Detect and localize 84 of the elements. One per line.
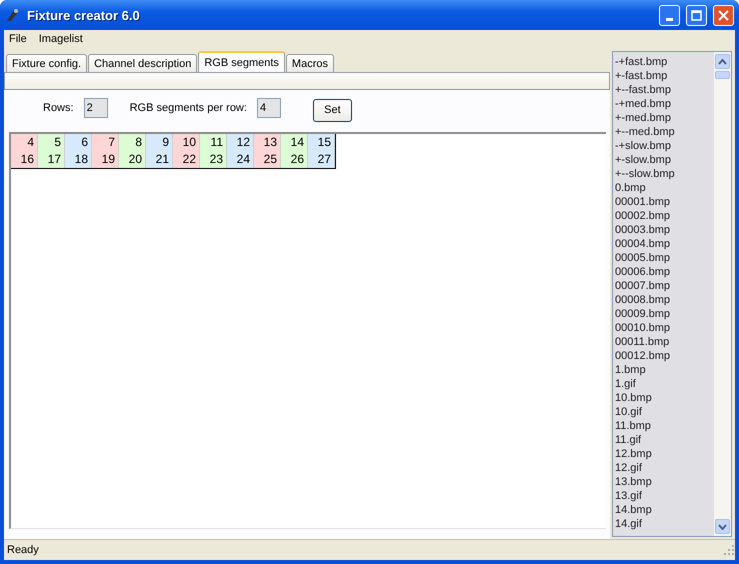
- grid-cell: 6: [65, 134, 92, 151]
- scroll-thumb[interactable]: [715, 71, 730, 79]
- minimize-icon: [666, 18, 673, 20]
- grid-cell: 8: [119, 134, 146, 151]
- list-item[interactable]: 00001.bmp: [615, 195, 712, 209]
- list-item[interactable]: 13.gif: [615, 489, 712, 503]
- grid-cell: 9: [146, 134, 173, 151]
- list-item[interactable]: -+fast.bmp: [615, 55, 712, 69]
- tab[interactable]: Fixture config.: [6, 54, 88, 72]
- grid-cell: 17: [38, 151, 65, 168]
- grid-cell: 16: [11, 151, 38, 168]
- grid-cell: 12: [227, 134, 254, 151]
- list-item[interactable]: 13.bmp: [615, 475, 712, 489]
- grid-cell: 21: [146, 151, 173, 168]
- list-item[interactable]: +-fast.bmp: [615, 69, 712, 83]
- list-item[interactable]: 00006.bmp: [615, 265, 712, 279]
- list-item[interactable]: -+med.bmp: [615, 97, 712, 111]
- grid-cell: 4: [11, 134, 38, 151]
- list-item[interactable]: 00003.bmp: [615, 223, 712, 237]
- list-item[interactable]: +--slow.bmp: [615, 167, 712, 181]
- list-item[interactable]: 1.bmp: [615, 363, 712, 377]
- list-item[interactable]: 10.bmp: [615, 391, 712, 405]
- list-item[interactable]: 11.bmp: [615, 419, 712, 433]
- list-item[interactable]: 14.gif: [615, 517, 712, 531]
- list-item[interactable]: 12.gif: [615, 461, 712, 475]
- list-item[interactable]: +--fast.bmp: [615, 83, 712, 97]
- grid-cell: 25: [254, 151, 281, 168]
- grid-cell: 15: [308, 134, 335, 151]
- segments-field[interactable]: 4: [256, 98, 281, 118]
- menu-item[interactable]: File: [9, 33, 27, 45]
- list-item[interactable]: 00002.bmp: [615, 209, 712, 223]
- rows-field[interactable]: 2: [84, 98, 108, 118]
- up-chevron-icon: [718, 58, 727, 64]
- scroll-up-button[interactable]: [715, 54, 730, 69]
- minimize-button[interactable]: [659, 4, 680, 26]
- status-text: Ready: [7, 544, 39, 556]
- grid-cell: 27: [308, 151, 335, 168]
- list-item[interactable]: +--med.bmp: [615, 125, 712, 139]
- list-item[interactable]: 00007.bmp: [615, 279, 712, 293]
- tab[interactable]: RGB segments: [198, 51, 285, 72]
- list-item[interactable]: 00012.bmp: [615, 349, 712, 363]
- grid-cell: 22: [173, 151, 200, 168]
- grid-cell: 10: [173, 134, 200, 151]
- window-title: Fixture creator 6.0: [27, 8, 141, 22]
- grid-cell: 26: [281, 151, 308, 168]
- maximize-button[interactable]: [686, 4, 707, 26]
- list-item[interactable]: 1.gif: [615, 377, 712, 391]
- list-item[interactable]: 12.bmp: [615, 447, 712, 461]
- list-item[interactable]: 00008.bmp: [615, 293, 712, 307]
- grid-cell: 14: [281, 134, 308, 151]
- grid-cell: 13: [254, 134, 281, 151]
- tab[interactable]: Channel description: [88, 54, 198, 72]
- scroll-down-button[interactable]: [715, 519, 730, 534]
- list-item[interactable]: 11.gif: [615, 433, 712, 447]
- tab[interactable]: Macros: [286, 54, 334, 72]
- grid-cell: 18: [65, 151, 92, 168]
- grid-cell: 24: [227, 151, 254, 168]
- app-icon: [5, 7, 21, 23]
- list-item[interactable]: 00009.bmp: [615, 307, 712, 321]
- list-item[interactable]: +-slow.bmp: [615, 153, 712, 167]
- close-icon: [718, 10, 729, 20]
- segments-label: RGB segments per row:: [130, 102, 247, 114]
- list-item[interactable]: 14.bmp: [615, 503, 712, 517]
- list-item[interactable]: 00005.bmp: [615, 251, 712, 265]
- list-item[interactable]: 00010.bmp: [615, 321, 712, 335]
- grid-cell: 19: [92, 151, 119, 168]
- grid-cell: 11: [200, 134, 227, 151]
- set-button[interactable]: Set: [312, 98, 352, 122]
- list-item[interactable]: +-med.bmp: [615, 111, 712, 125]
- list-item[interactable]: -+slow.bmp: [615, 139, 712, 153]
- grid-cell: 23: [200, 151, 227, 168]
- grid-cell: 5: [38, 134, 65, 151]
- list-item[interactable]: 00011.bmp: [615, 335, 712, 349]
- list-item[interactable]: 0.bmp: [615, 181, 712, 195]
- resize-grip-icon[interactable]: [723, 544, 735, 556]
- list-item[interactable]: 10.gif: [615, 405, 712, 419]
- rows-label: Rows:: [43, 102, 74, 114]
- grid-cell: 20: [119, 151, 146, 168]
- close-button[interactable]: [713, 4, 734, 26]
- grid-cell: 7: [92, 134, 119, 151]
- maximize-icon: [691, 10, 702, 20]
- down-chevron-icon: [718, 524, 727, 530]
- list-item[interactable]: 00004.bmp: [615, 237, 712, 251]
- menu-item[interactable]: Imagelist: [38, 33, 83, 45]
